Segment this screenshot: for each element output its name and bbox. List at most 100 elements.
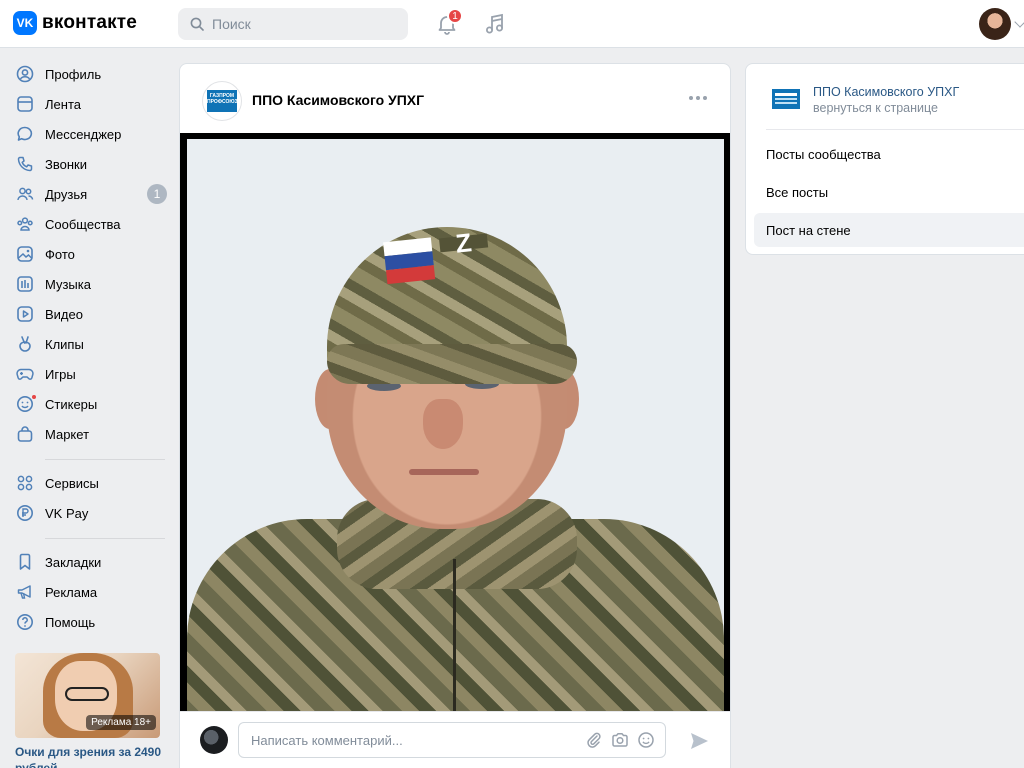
communities-icon <box>15 214 35 234</box>
sidebar-item-label: Реклама <box>45 584 98 600</box>
user-avatar[interactable] <box>979 8 1011 40</box>
sidebar-item-label: Звонки <box>45 156 87 172</box>
friends-icon <box>15 184 35 204</box>
photo-cap-visor <box>327 344 577 384</box>
music-note-icon <box>486 13 503 34</box>
camera-icon[interactable] <box>611 731 629 749</box>
portrait-photo: Z <box>187 139 724 711</box>
sidebar-item-label: Клипы <box>45 336 84 352</box>
friends-count-badge: 1 <box>147 184 167 204</box>
help-icon <box>15 612 35 632</box>
gamepad-icon <box>15 364 35 384</box>
vk-logo-icon: VK <box>13 11 37 35</box>
comment-input[interactable] <box>251 732 571 748</box>
music-icon <box>15 274 35 294</box>
more-options-button[interactable] <box>689 96 707 100</box>
sidebar-ad-image[interactable]: Реклама 18+ <box>15 653 160 738</box>
back-to-page-link[interactable]: вернуться к странице <box>813 101 938 115</box>
sidebar-item-label: Игры <box>45 366 76 382</box>
dot <box>689 96 693 100</box>
sidebar-item-friends[interactable]: Друзья 1 <box>15 180 170 208</box>
post-header: ГАЗПРОМ ПРОФСОЮЗ ППО Касимовского УПХГ <box>180 64 730 134</box>
paperclip-icon[interactable] <box>585 731 603 749</box>
sidebar-item-label: Фото <box>45 246 75 262</box>
photo-nose <box>423 399 463 449</box>
panel-group-name[interactable]: ППО Касимовского УПХГ <box>813 85 959 99</box>
wall-post: ГАЗПРОМ ПРОФСОЮЗ ППО Касимовского УПХГ Z <box>179 63 731 768</box>
sidebar-item-help[interactable]: Помощь <box>15 608 170 636</box>
sidebar-item-calls[interactable]: Звонки <box>15 150 170 178</box>
dot <box>696 96 700 100</box>
sidebar-item-games[interactable]: Игры <box>15 360 170 388</box>
sidebar-item-messenger[interactable]: Мессенджер <box>15 120 170 148</box>
sidebar-ad-caption[interactable]: Очки для зрения за 2490 рублей <box>15 744 165 768</box>
sidebar-item-label: Стикеры <box>45 396 98 412</box>
commenter-avatar <box>200 726 228 754</box>
panel-divider <box>766 129 1024 130</box>
clips-icon <box>15 334 35 354</box>
photo-icon <box>15 244 35 264</box>
sidebar-item-music[interactable]: Музыка <box>15 270 170 298</box>
comment-box[interactable] <box>238 722 666 758</box>
sidebar-item-label: Лента <box>45 96 81 112</box>
sidebar-item-label: Сообщества <box>45 216 121 232</box>
group-name-link[interactable]: ППО Касимовского УПХГ <box>252 92 424 108</box>
post-photo[interactable]: Z <box>180 133 730 711</box>
sidebar-item-stickers[interactable]: Стикеры <box>15 390 170 418</box>
photo-mouth <box>409 469 479 475</box>
music-player-button[interactable] <box>483 12 507 36</box>
sidebar-item-label: Музыка <box>45 276 91 292</box>
send-button[interactable] <box>688 730 710 755</box>
emoji-icon[interactable] <box>637 731 655 749</box>
megaphone-icon <box>15 582 35 602</box>
vk-logo[interactable]: VK вконтакте <box>13 11 137 35</box>
sidebar-item-photos[interactable]: Фото <box>15 240 170 268</box>
ad-photo-glasses <box>65 687 109 701</box>
search-icon <box>190 17 204 31</box>
sidebar-item-ads[interactable]: Реклама <box>15 578 170 606</box>
sidebar-divider <box>45 538 165 539</box>
sidebar-item-label: VK Pay <box>45 505 89 521</box>
sidebar-item-label: Видео <box>45 306 83 322</box>
sidebar-item-video[interactable]: Видео <box>15 300 170 328</box>
services-grid-icon <box>15 473 35 493</box>
sidebar-item-label: Профиль <box>45 66 102 82</box>
filter-all-posts[interactable]: Все посты <box>754 175 1024 209</box>
sidebar-item-feed[interactable]: Лента <box>15 90 170 118</box>
post-filter-panel: ППО Касимовского УПХГ вернуться к страни… <box>745 63 1024 255</box>
comment-tools <box>585 731 655 749</box>
sidebar-item-clips[interactable]: Клипы <box>15 330 170 358</box>
sidebar-item-profile[interactable]: Профиль <box>15 60 170 88</box>
chevron-down-icon[interactable] <box>1014 16 1024 28</box>
vk-logo-text: вконтакте <box>42 12 138 33</box>
notifications-badge: 1 <box>447 8 463 24</box>
sidebar-divider <box>45 459 165 460</box>
top-header: VK вконтакте 1 <box>0 0 1024 48</box>
group-logo-small[interactable] <box>772 86 800 112</box>
sidebar-item-bookmarks[interactable]: Закладки <box>15 548 170 576</box>
sidebar-item-services[interactable]: Сервисы <box>15 469 170 497</box>
z-patch: Z <box>438 227 489 258</box>
gazprom-logo: ГАЗПРОМ ПРОФСОЮЗ <box>207 90 238 112</box>
notifications-button[interactable]: 1 <box>435 8 463 36</box>
group-avatar[interactable]: ГАЗПРОМ ПРОФСОЮЗ <box>202 81 242 121</box>
ad-age-label: Реклама 18+ <box>86 715 156 730</box>
sidebar-item-label: Друзья <box>45 186 88 202</box>
phone-icon <box>15 154 35 174</box>
comment-bar <box>180 711 730 768</box>
filter-community-posts[interactable]: Посты сообщества <box>754 137 1024 171</box>
sidebar-item-market[interactable]: Маркет <box>15 420 170 448</box>
sidebar-item-label: Закладки <box>45 554 102 570</box>
sidebar-item-vkpay[interactable]: VK Pay <box>15 499 170 527</box>
smile-icon <box>15 394 37 414</box>
message-icon <box>15 124 35 144</box>
search-box[interactable] <box>178 8 408 40</box>
sidebar-item-label: Помощь <box>45 614 96 630</box>
search-input[interactable] <box>212 16 402 32</box>
sidebar-item-label: Сервисы <box>45 475 99 491</box>
user-circle-icon <box>15 64 35 84</box>
sidebar-item-label: Мессенджер <box>45 126 122 142</box>
market-bag-icon <box>15 424 35 444</box>
sidebar-item-communities[interactable]: Сообщества <box>15 210 170 238</box>
filter-wall-post[interactable]: Пост на стене <box>754 213 1024 247</box>
